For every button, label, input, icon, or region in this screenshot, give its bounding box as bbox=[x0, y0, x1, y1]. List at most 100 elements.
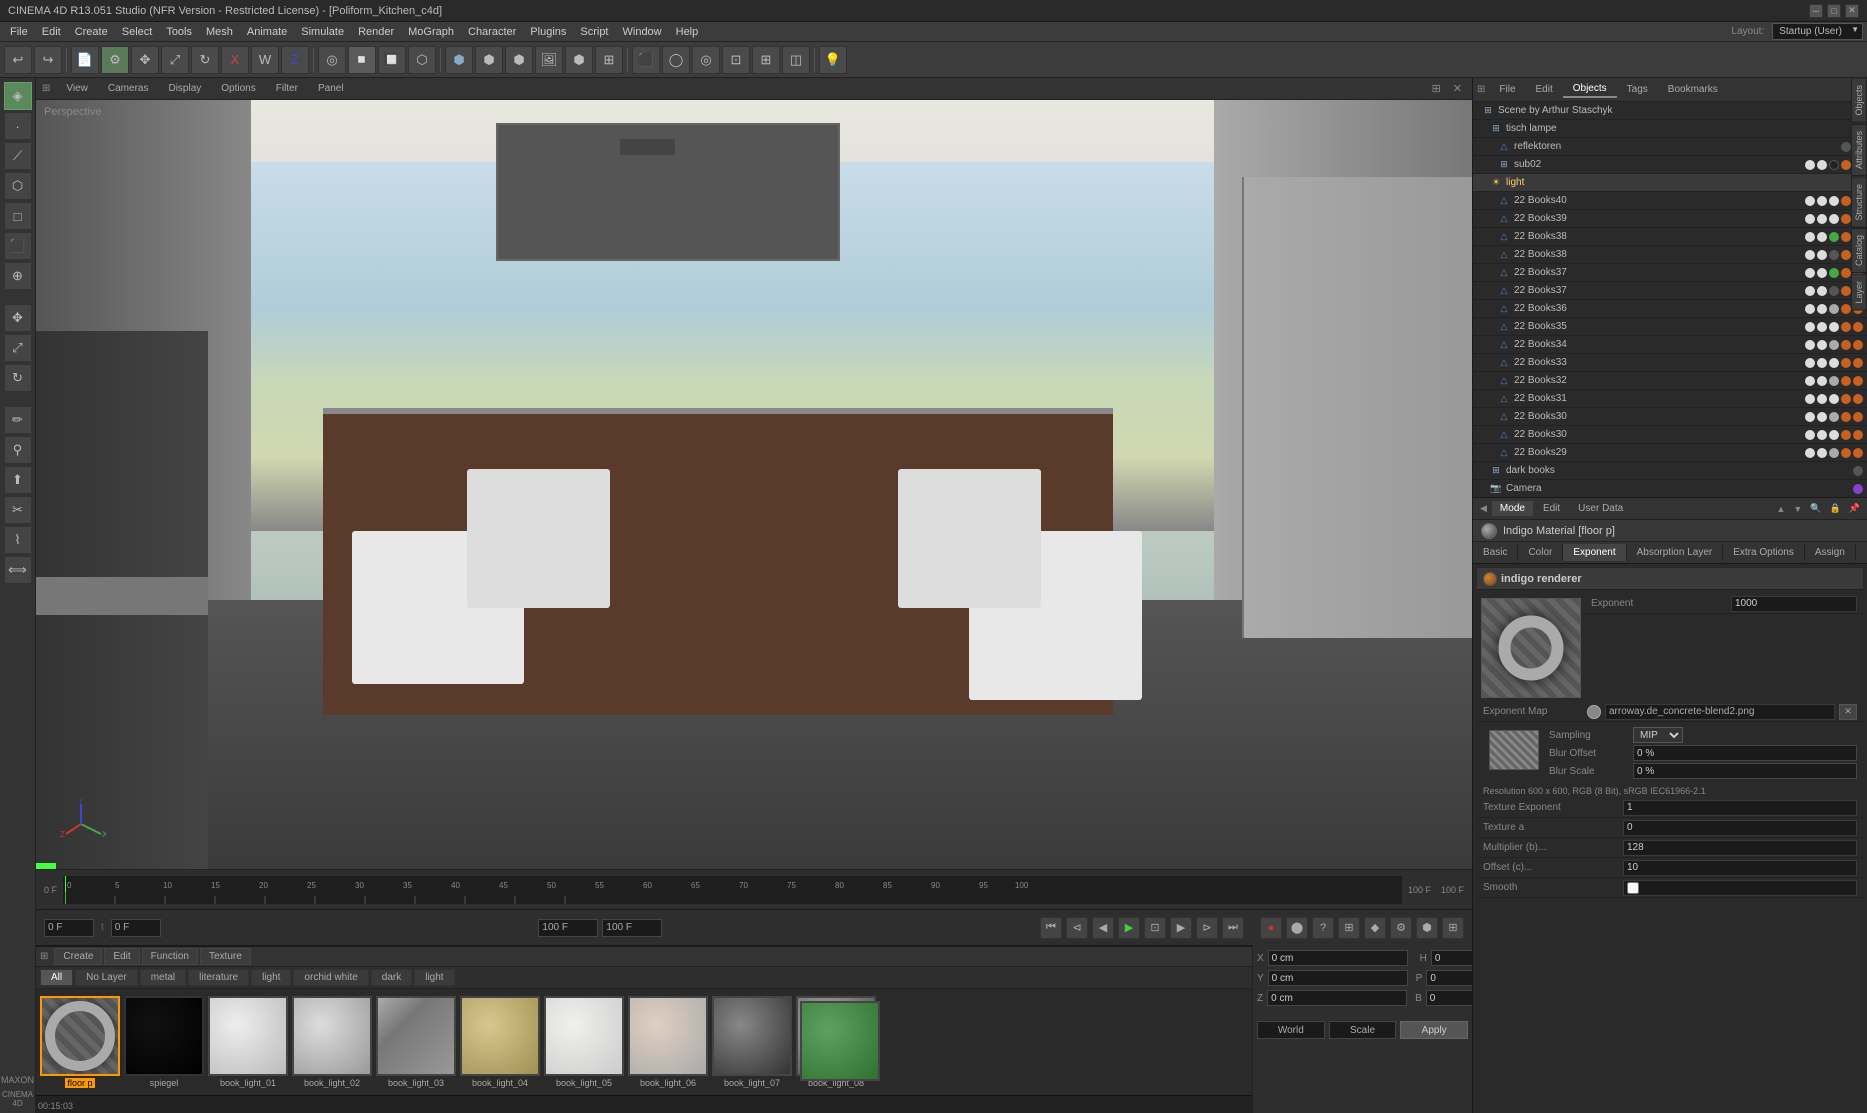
menu-help[interactable]: Help bbox=[670, 24, 705, 40]
new-scene-button[interactable]: 📄 bbox=[71, 46, 99, 74]
add-render-button[interactable]: ⊞ bbox=[595, 46, 623, 74]
current-frame-input[interactable] bbox=[44, 919, 94, 937]
attr-pin-icon[interactable]: 📌 bbox=[1846, 503, 1863, 514]
obj-row-books30a[interactable]: △ 22 Books30 bbox=[1473, 408, 1867, 426]
sampling-select[interactable]: MIP None SAT bbox=[1633, 727, 1683, 743]
obj-row-books32[interactable]: △ 22 Books32 bbox=[1473, 372, 1867, 390]
minimize-button[interactable]: ─ bbox=[1809, 4, 1823, 18]
menu-character[interactable]: Character bbox=[462, 24, 522, 40]
om-tab-objects[interactable]: Objects bbox=[1563, 81, 1617, 98]
om-tab-edit[interactable]: Edit bbox=[1526, 82, 1563, 97]
material-item-book05[interactable]: book_light_05 bbox=[544, 996, 624, 1088]
mat-resize-icon[interactable]: ⊞ bbox=[40, 951, 52, 962]
loop-selection-button[interactable]: ⬡ bbox=[408, 46, 436, 74]
filter-literature[interactable]: literature bbox=[188, 969, 249, 986]
menu-script[interactable]: Script bbox=[574, 24, 614, 40]
filter-no-layer[interactable]: No Layer bbox=[75, 969, 138, 986]
next-frame-button[interactable]: ▶ bbox=[1170, 917, 1192, 939]
sky-button[interactable]: ◯ bbox=[662, 46, 690, 74]
obj-row-books37a[interactable]: △ 22 Books37 bbox=[1473, 264, 1867, 282]
floor-button[interactable]: ⬛ bbox=[632, 46, 660, 74]
obj-row-books38b[interactable]: △ 22 Books38 bbox=[1473, 246, 1867, 264]
transform-y-input[interactable] bbox=[1268, 970, 1408, 986]
tool-extrude[interactable]: ⬆ bbox=[4, 466, 32, 494]
viewport-tab-filter[interactable]: Filter bbox=[268, 81, 306, 96]
om-tab-file[interactable]: File bbox=[1489, 82, 1525, 97]
live-selection-button[interactable]: ◽ bbox=[348, 46, 376, 74]
menu-edit[interactable]: Edit bbox=[36, 24, 67, 40]
maximize-button[interactable]: □ bbox=[1827, 4, 1841, 18]
tool-knife[interactable]: ✂ bbox=[4, 496, 32, 524]
tool-edges[interactable]: ⟋ bbox=[4, 142, 32, 170]
render-anim[interactable]: ⬢ bbox=[1416, 917, 1438, 939]
obj-row-books37b[interactable]: △ 22 Books37 bbox=[1473, 282, 1867, 300]
material-item-book01[interactable]: book_light_01 bbox=[208, 996, 288, 1088]
obj-row-books29[interactable]: △ 22 Books29 bbox=[1473, 444, 1867, 462]
mat-menu-edit[interactable]: Edit bbox=[104, 948, 139, 965]
anim-extra[interactable]: ⊞ bbox=[1442, 917, 1464, 939]
mat-prop-absorption[interactable]: Absorption Layer bbox=[1627, 544, 1724, 561]
light-button[interactable]: 💡 bbox=[819, 46, 847, 74]
mat-menu-function[interactable]: Function bbox=[142, 948, 198, 965]
obj-row-books38a[interactable]: △ 22 Books38 bbox=[1473, 228, 1867, 246]
z-axis-button[interactable]: Z bbox=[281, 46, 309, 74]
material-item-book04[interactable]: book_light_04 bbox=[460, 996, 540, 1088]
viewport-tab-cameras[interactable]: Cameras bbox=[100, 81, 157, 96]
close-button[interactable]: ✕ bbox=[1845, 4, 1859, 18]
stop-button[interactable]: ⊡ bbox=[1144, 917, 1166, 939]
smooth-checkbox[interactable] bbox=[1627, 882, 1639, 894]
scale-button[interactable]: Scale bbox=[1329, 1021, 1397, 1039]
total-frames-input[interactable] bbox=[602, 919, 662, 937]
layout-select[interactable]: Startup (User) ▼ bbox=[1772, 23, 1863, 40]
filter-light2[interactable]: light bbox=[414, 969, 454, 986]
filter-metal[interactable]: metal bbox=[140, 969, 186, 986]
prev-frame-button[interactable]: ◀ bbox=[1092, 917, 1114, 939]
mat-prop-basic[interactable]: Basic bbox=[1473, 544, 1518, 561]
obj-row-sub02[interactable]: ⊞ sub02 bbox=[1473, 156, 1867, 174]
start-frame-input[interactable] bbox=[111, 919, 161, 937]
material-item-book03[interactable]: book_light_03 bbox=[376, 996, 456, 1088]
tool-points[interactable]: · bbox=[4, 112, 32, 140]
viewport-tab-display[interactable]: Display bbox=[160, 81, 209, 96]
tool-move[interactable]: ✥ bbox=[4, 304, 32, 332]
next-key-button[interactable]: ⊳ bbox=[1196, 917, 1218, 939]
filter-dark[interactable]: dark bbox=[371, 969, 412, 986]
end-frame-input[interactable] bbox=[538, 919, 598, 937]
tool-bridge[interactable]: ⌇ bbox=[4, 526, 32, 554]
tool-magnet[interactable]: ⚲ bbox=[4, 436, 32, 464]
obj-row-books36[interactable]: △ 22 Books36 bbox=[1473, 300, 1867, 318]
menu-tools[interactable]: Tools bbox=[160, 24, 198, 40]
om-tab-tags[interactable]: Tags bbox=[1617, 82, 1658, 97]
attr-btn-2[interactable]: ▼ bbox=[1790, 504, 1805, 514]
render-button[interactable]: ⬢ bbox=[445, 46, 473, 74]
motion-button[interactable]: ? bbox=[1312, 917, 1334, 939]
obj-row-books35[interactable]: △ 22 Books35 bbox=[1473, 318, 1867, 336]
mat-prop-assign[interactable]: Assign bbox=[1805, 544, 1856, 561]
tool-model[interactable]: □ bbox=[4, 202, 32, 230]
menu-window[interactable]: Window bbox=[617, 24, 668, 40]
viewport-close[interactable]: ✕ bbox=[1449, 82, 1466, 95]
obj-row-dark-books[interactable]: ⊞ dark books bbox=[1473, 462, 1867, 480]
play-button[interactable]: ▶ bbox=[1118, 917, 1140, 939]
obj-row-tisch[interactable]: ⊞ tisch lampe bbox=[1473, 120, 1867, 138]
vtab-attributes[interactable]: Attributes bbox=[1851, 124, 1867, 176]
tool-mirror[interactable]: ⟺ bbox=[4, 556, 32, 584]
menu-mesh[interactable]: Mesh bbox=[200, 24, 239, 40]
viewport-tab-options[interactable]: Options bbox=[213, 81, 263, 96]
attr-btn-1[interactable]: ▲ bbox=[1774, 504, 1789, 514]
attr-tab-edit[interactable]: Edit bbox=[1535, 501, 1568, 516]
selection-tool[interactable]: ◎ bbox=[318, 46, 346, 74]
tool-pen[interactable]: ✏ bbox=[4, 406, 32, 434]
material-item-book07[interactable]: book_light_07 bbox=[712, 996, 792, 1088]
keyframe-btn[interactable]: ◆ bbox=[1364, 917, 1386, 939]
tool-rotate[interactable]: ↻ bbox=[4, 364, 32, 392]
prev-key-button[interactable]: ⊲ bbox=[1066, 917, 1088, 939]
attr-tab-mode[interactable]: Mode bbox=[1492, 501, 1533, 516]
anim-settings[interactable]: ⚙ bbox=[1390, 917, 1412, 939]
material-item-spiegel[interactable]: spiegel bbox=[124, 996, 204, 1088]
apply-button[interactable]: Apply bbox=[1400, 1021, 1468, 1039]
filter-orchid-white[interactable]: orchid white bbox=[293, 969, 368, 986]
menu-simulate[interactable]: Simulate bbox=[295, 24, 350, 40]
render-region-button[interactable]: ⬢ bbox=[475, 46, 503, 74]
attr-search-icon[interactable]: 🔍 bbox=[1807, 503, 1824, 514]
